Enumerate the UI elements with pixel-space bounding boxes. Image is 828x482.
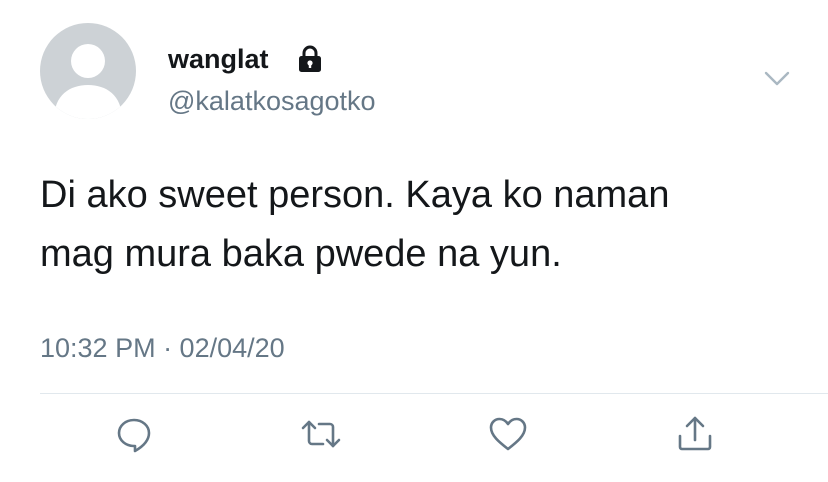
- lock-icon: [299, 45, 321, 72]
- display-name[interactable]: wanglat: [168, 42, 269, 76]
- default-avatar-silhouette-icon: [54, 44, 122, 119]
- chevron-down-icon[interactable]: [760, 64, 794, 94]
- tweet-text-line: Di ako sweet person. Kaya ko naman: [40, 174, 670, 216]
- speech-bubble-icon: [117, 418, 151, 453]
- user-handle[interactable]: @kalatkosagotko: [168, 84, 376, 118]
- share-upload-icon: [678, 416, 712, 451]
- tweet-timestamp[interactable]: 10:32 PM · 02/04/20: [40, 331, 285, 365]
- divider: [40, 393, 828, 394]
- tweet-text: Di ako sweet person. Kaya ko naman mag m…: [40, 166, 800, 284]
- retweet-arrows-icon: [301, 420, 341, 448]
- share-button[interactable]: [671, 414, 719, 458]
- tweet-text-line: mag mura baka pwede na yun.: [40, 233, 562, 275]
- avatar[interactable]: [40, 23, 136, 119]
- like-button[interactable]: [484, 414, 532, 458]
- reply-button[interactable]: [110, 414, 158, 458]
- heart-icon: [489, 417, 527, 451]
- retweet-button[interactable]: [297, 414, 345, 458]
